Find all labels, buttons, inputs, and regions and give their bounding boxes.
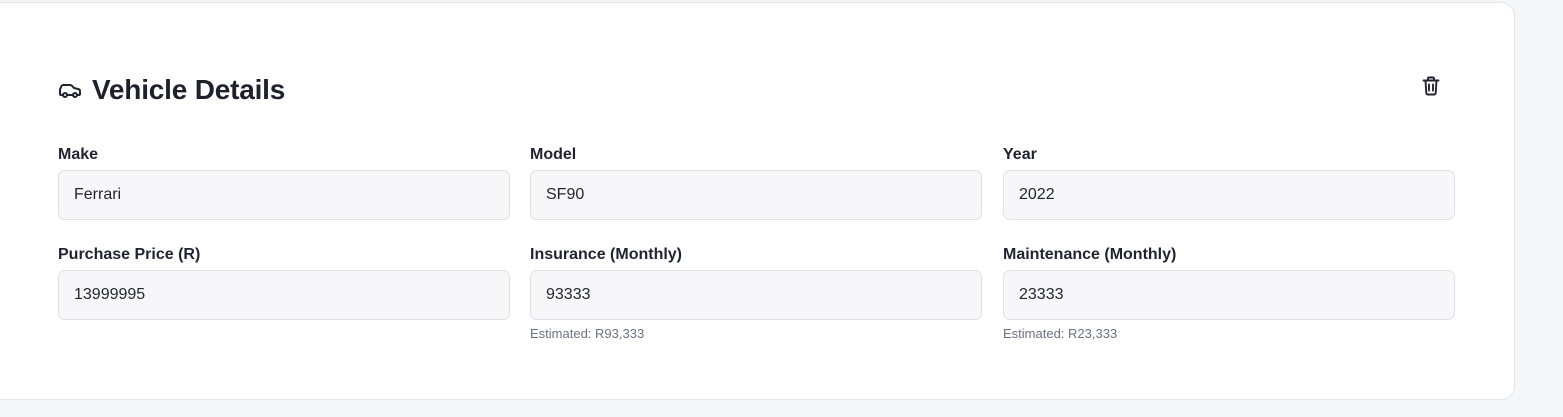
car-icon	[58, 78, 82, 102]
page-title: Vehicle Details	[92, 74, 286, 105]
purchase-price-input[interactable]	[58, 270, 510, 320]
make-input[interactable]	[58, 170, 510, 220]
year-field-group: Year	[1003, 145, 1455, 220]
purchase-price-field-group: Purchase Price (R)	[58, 245, 510, 320]
insurance-field-group: Insurance (Monthly) Estimated: R93,333	[530, 245, 982, 342]
maintenance-label: Maintenance (Monthly)	[1003, 246, 1177, 263]
maintenance-input[interactable]	[1003, 270, 1455, 320]
make-field-group: Make	[58, 145, 510, 220]
model-label: Model	[530, 146, 577, 163]
year-input[interactable]	[1003, 170, 1455, 220]
model-input[interactable]	[530, 170, 982, 220]
maintenance-estimate-hint: Estimated: R23,333	[1003, 326, 1118, 341]
insurance-input[interactable]	[530, 270, 982, 320]
trash-icon	[1422, 76, 1440, 101]
vehicle-details-card: Vehicle Details Make Model Year Purchase…	[0, 2, 1515, 400]
insurance-estimate-hint: Estimated: R93,333	[530, 326, 645, 341]
make-label: Make	[58, 146, 99, 163]
section-header: Vehicle Details	[58, 71, 285, 109]
year-label: Year	[1003, 146, 1037, 163]
purchase-price-label: Purchase Price (R)	[58, 246, 201, 263]
maintenance-field-group: Maintenance (Monthly) Estimated: R23,333	[1003, 245, 1455, 342]
model-field-group: Model	[530, 145, 982, 220]
insurance-label: Insurance (Monthly)	[530, 246, 683, 263]
delete-vehicle-button[interactable]	[1414, 71, 1448, 105]
